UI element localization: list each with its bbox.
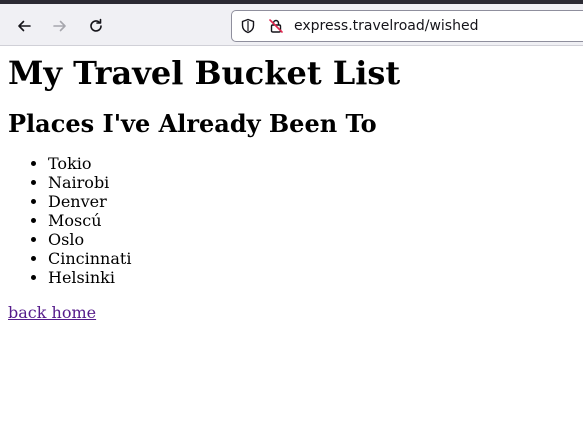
url-bar[interactable]: express.travelroad/wished <box>231 10 583 42</box>
list-item: Oslo <box>48 230 575 249</box>
shield-icon[interactable] <box>240 18 256 34</box>
places-list: Tokio Nairobi Denver Moscú Oslo Cincinna… <box>8 154 575 287</box>
list-item: Nairobi <box>48 173 575 192</box>
url-text[interactable]: express.travelroad/wished <box>294 18 478 34</box>
page-title: My Travel Bucket List <box>8 54 401 92</box>
back-button[interactable] <box>10 12 38 40</box>
page-content: My Travel Bucket List Places I've Alread… <box>0 54 583 323</box>
list-item: Helsinki <box>48 268 575 287</box>
reload-button[interactable] <box>82 12 110 40</box>
back-home-link[interactable]: back home <box>8 303 96 322</box>
list-item: Tokio <box>48 154 575 173</box>
list-item: Denver <box>48 192 575 211</box>
insecure-lock-icon[interactable] <box>268 18 284 34</box>
list-item: Cincinnati <box>48 249 575 268</box>
arrow-right-icon <box>53 20 66 32</box>
arrow-left-icon <box>18 20 31 32</box>
page-subtitle: Places I've Already Been To <box>8 109 377 138</box>
reload-icon <box>90 18 102 32</box>
forward-button[interactable] <box>46 12 74 40</box>
list-item: Moscú <box>48 211 575 230</box>
browser-toolbar: express.travelroad/wished <box>0 0 583 46</box>
